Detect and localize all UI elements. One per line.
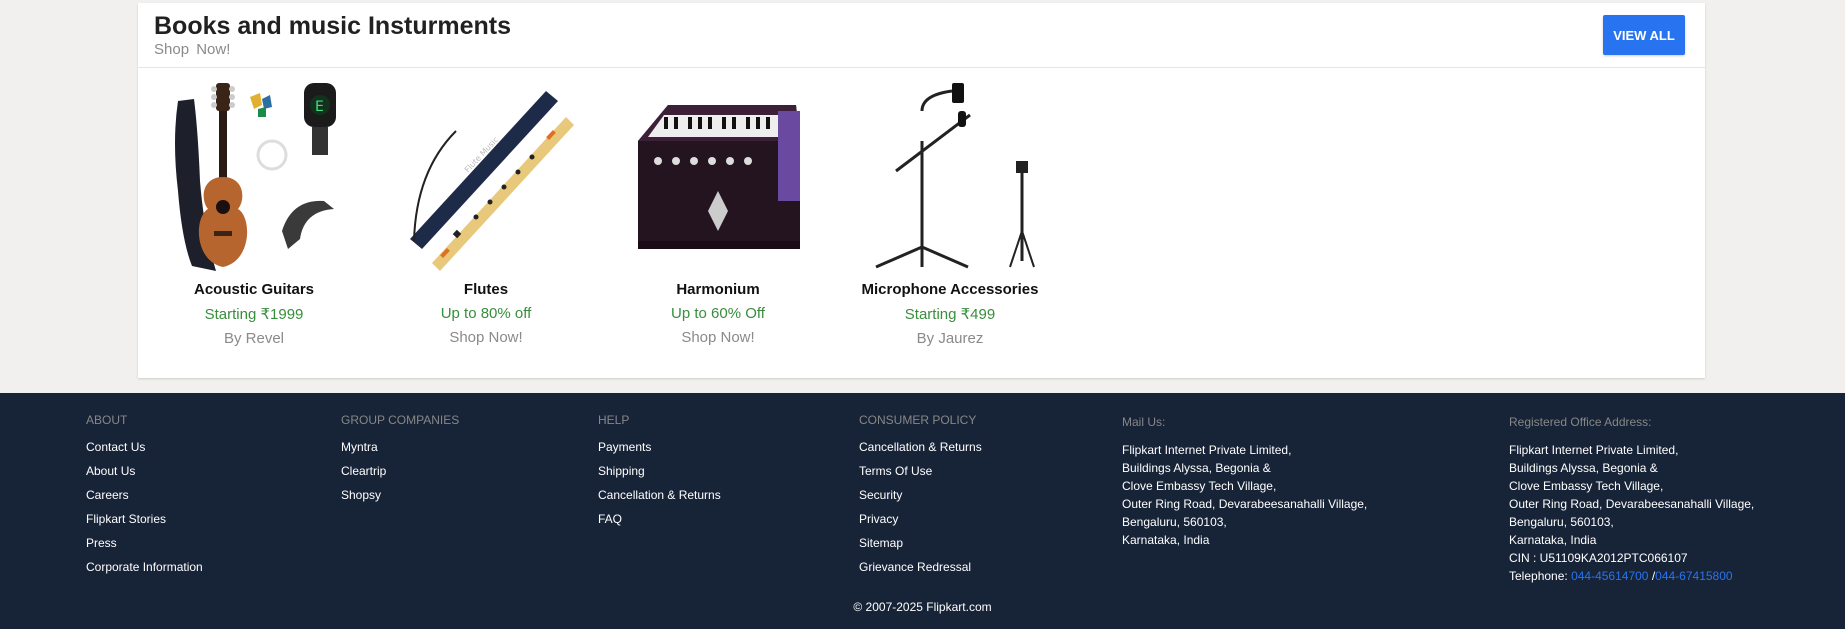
footer-link-privacy[interactable]: Privacy — [859, 507, 982, 531]
guitar-image: E — [164, 81, 344, 271]
section-header: Books and music Insturments Shop Now! VI… — [138, 3, 1705, 68]
footer-link-policy-cancellation[interactable]: Cancellation & Returns — [859, 435, 982, 459]
footer-link-shopsy[interactable]: Shopsy — [341, 483, 459, 507]
footer-help-column: HELP Payments Shipping Cancellation & Re… — [598, 413, 721, 531]
footer-office-column: Registered Office Address: Flipkart Inte… — [1509, 415, 1754, 585]
footer-link-contact-us[interactable]: Contact Us — [86, 435, 203, 459]
address-line: Clove Embassy Tech Village, — [1122, 479, 1277, 493]
product-name: Flutes — [463, 281, 509, 298]
address-line: Buildings Alyssa, Begonia & — [1122, 461, 1271, 475]
footer-about-column: ABOUT Contact Us About Us Careers Flipka… — [86, 413, 203, 579]
product-subtext: By Jaurez — [916, 330, 984, 347]
phone-link-2[interactable]: 044-67415800 — [1655, 569, 1732, 583]
footer-link-sitemap[interactable]: Sitemap — [859, 531, 982, 555]
product-name: Acoustic Guitars — [193, 281, 315, 298]
footer-link-press[interactable]: Press — [86, 531, 203, 555]
footer-heading: Mail Us: — [1122, 415, 1166, 429]
footer-link-flipkart-stories[interactable]: Flipkart Stories — [86, 507, 203, 531]
microphone-stand-image — [860, 81, 1040, 271]
address-line: Bengaluru, 560103, — [1509, 515, 1614, 529]
footer-link-myntra[interactable]: Myntra — [341, 435, 459, 459]
product-card-harmonium[interactable]: Harmonium Up to 60% Off Shop Now! — [618, 81, 818, 346]
copyright-text: © 2007-2025 Flipkart.com — [853, 600, 992, 614]
product-name: Microphone Accessories — [861, 281, 1039, 298]
footer-policy-column: CONSUMER POLICY Cancellation & Returns T… — [859, 413, 982, 579]
footer-link-about-us[interactable]: About Us — [86, 459, 203, 483]
flute-image: Flute Music — [396, 81, 576, 271]
address-line: Flipkart Internet Private Limited, — [1509, 443, 1679, 457]
footer-heading: ABOUT — [86, 413, 128, 427]
harmonium-image — [628, 81, 808, 271]
footer-group-column: GROUP COMPANIES Myntra Cleartrip Shopsy — [341, 413, 459, 507]
product-card-acoustic-guitars[interactable]: E Acoustic Guitars Starting ₹1999 By Rev… — [154, 81, 354, 347]
footer-link-cleartrip[interactable]: Cleartrip — [341, 459, 459, 483]
footer-link-corporate-information[interactable]: Corporate Information — [86, 555, 203, 579]
telephone-label: Telephone: — [1509, 569, 1572, 583]
phone-link-1[interactable]: 044-45614700 — [1571, 569, 1648, 583]
address-line: Flipkart Internet Private Limited, — [1122, 443, 1292, 457]
view-all-button[interactable]: VIEW ALL — [1603, 15, 1685, 55]
footer-link-terms-of-use[interactable]: Terms Of Use — [859, 459, 982, 483]
footer-link-faq[interactable]: FAQ — [598, 507, 721, 531]
product-section-card: Books and music Insturments Shop Now! VI… — [138, 3, 1705, 378]
product-offer: Up to 80% off — [440, 305, 532, 322]
address-line: Clove Embassy Tech Village, — [1509, 479, 1664, 493]
product-offer: Starting ₹499 — [904, 306, 996, 323]
address-line: Karnataka, India — [1509, 533, 1597, 547]
product-subtext: Shop Now! — [681, 329, 755, 346]
product-card-flutes[interactable]: Flute Music Flutes Up to 80% off Shop No… — [386, 81, 586, 346]
address-line: Karnataka, India — [1122, 533, 1210, 547]
address-line: Outer Ring Road, Devarabeesanahalli Vill… — [1122, 497, 1368, 511]
footer-heading: HELP — [598, 413, 630, 427]
svg-text:E: E — [315, 99, 324, 115]
product-offer: Starting ₹1999 — [204, 306, 304, 323]
address-line: Outer Ring Road, Devarabeesanahalli Vill… — [1509, 497, 1755, 511]
footer-link-security[interactable]: Security — [859, 483, 982, 507]
section-subtitle: Shop Now! — [154, 41, 231, 58]
footer-link-payments[interactable]: Payments — [598, 435, 721, 459]
footer-link-grievance-redressal[interactable]: Grievance Redressal — [859, 555, 982, 579]
site-footer: ABOUT Contact Us About Us Careers Flipka… — [0, 393, 1845, 629]
product-name: Harmonium — [676, 281, 760, 298]
footer-heading: CONSUMER POLICY — [859, 413, 977, 427]
footer-link-cancellation-returns[interactable]: Cancellation & Returns — [598, 483, 721, 507]
product-offer: Up to 60% Off — [671, 305, 765, 322]
footer-mail-column: Mail Us: Flipkart Internet Private Limit… — [1122, 415, 1367, 549]
product-card-microphone-accessories[interactable]: Microphone Accessories Starting ₹499 By … — [850, 81, 1050, 347]
cin-number: CIN : U51109KA2012PTC066107 — [1509, 551, 1688, 565]
address-line: Buildings Alyssa, Begonia & — [1509, 461, 1658, 475]
footer-link-shipping[interactable]: Shipping — [598, 459, 721, 483]
footer-link-careers[interactable]: Careers — [86, 483, 203, 507]
telephone-line: Telephone: 044-45614700 /044-67415800 — [1509, 567, 1754, 585]
product-subtext: Shop Now! — [449, 329, 523, 346]
footer-heading: GROUP COMPANIES — [341, 413, 460, 427]
product-subtext: By Revel — [223, 330, 285, 347]
footer-heading: Registered Office Address: — [1509, 415, 1652, 429]
section-title: Books and music Insturments — [154, 12, 512, 40]
address-line: Bengaluru, 560103, — [1122, 515, 1227, 529]
